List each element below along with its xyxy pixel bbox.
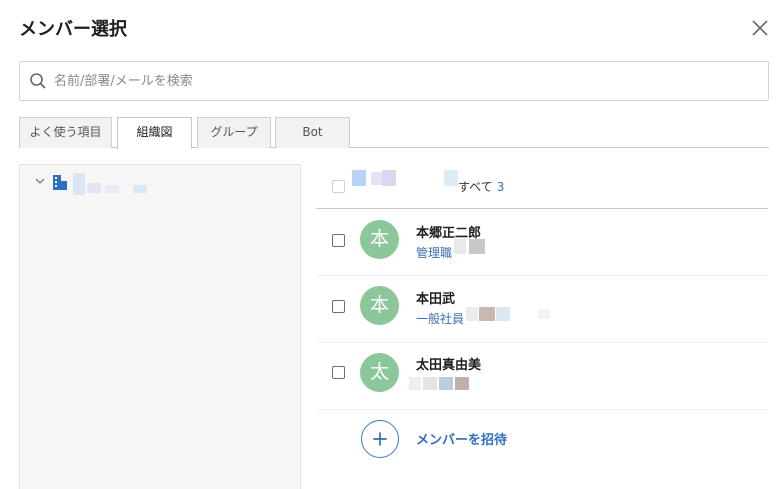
tab-favorites[interactable]: よく使う項目	[19, 117, 112, 148]
member-role: 管理職	[416, 246, 453, 260]
blurred-text	[455, 377, 469, 390]
invite-member-link[interactable]: メンバーを招待	[416, 429, 507, 448]
member-row[interactable]: 本 本田武 一般社員	[316, 277, 768, 343]
select-all-checkbox[interactable]	[332, 180, 345, 193]
avatar: 本	[360, 220, 399, 259]
member-checkbox[interactable]	[332, 234, 345, 247]
search-input[interactable]	[54, 70, 754, 92]
blurred-text	[466, 307, 478, 321]
blurred-text	[409, 377, 421, 390]
avatar: 本	[360, 286, 399, 325]
blurred-text	[382, 170, 396, 186]
blurred-text	[352, 170, 366, 186]
close-icon[interactable]	[750, 18, 770, 38]
building-icon	[53, 175, 67, 190]
invite-plus-icon[interactable]	[361, 420, 399, 458]
member-name: 本田武	[416, 292, 456, 307]
tab-bar: よく使う項目 組織図 グループ Bot	[19, 117, 769, 149]
org-name-blurred[interactable]	[73, 173, 149, 195]
member-row[interactable]: 太 太田真由美	[316, 344, 768, 410]
tab-groups[interactable]: グループ	[197, 117, 271, 148]
blurred-text	[444, 170, 458, 186]
avatar: 太	[360, 353, 399, 392]
dialog-title: メンバー選択	[19, 19, 127, 40]
blurred-text	[469, 239, 485, 254]
member-role: 一般社員	[416, 312, 465, 326]
member-row[interactable]: 本 本郷正二郎 管理職	[316, 210, 768, 276]
member-checkbox[interactable]	[332, 366, 345, 379]
tab-bot[interactable]: Bot	[275, 117, 350, 148]
search-icon	[30, 73, 46, 89]
blurred-text	[496, 307, 510, 321]
chevron-down-icon[interactable]	[34, 175, 46, 187]
blurred-text	[454, 239, 466, 254]
select-all-row: すべて 3	[316, 164, 768, 209]
blurred-text	[439, 377, 453, 390]
member-checkbox[interactable]	[332, 300, 345, 313]
org-tree-panel	[19, 164, 301, 489]
blurred-text	[538, 309, 550, 319]
select-all-label: すべて 3	[458, 178, 504, 195]
search-box	[19, 61, 769, 101]
select-all-text: すべて	[458, 180, 493, 194]
blurred-text	[479, 307, 495, 321]
tab-org-chart[interactable]: 組織図	[117, 117, 192, 149]
member-name: 太田真由美	[416, 358, 482, 373]
member-list: すべて 3 本 本郷正二郎 管理職 本 本田武 一般社員 太 太田真由美 メンバー…	[316, 164, 768, 489]
blurred-text	[423, 377, 437, 390]
select-all-count: 3	[496, 180, 505, 194]
